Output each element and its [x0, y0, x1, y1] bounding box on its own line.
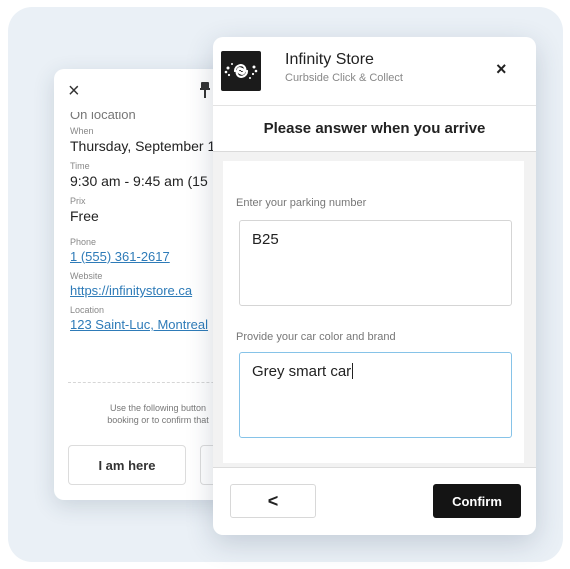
- chevron-left-icon: <: [267, 490, 279, 511]
- close-icon[interactable]: ×: [496, 60, 507, 78]
- close-icon[interactable]: ×: [68, 81, 80, 101]
- modal-header: Infinity Store Curbside Click & Collect …: [213, 37, 536, 105]
- pin-icon[interactable]: [200, 82, 210, 98]
- modal-footer: < Confirm: [213, 469, 536, 535]
- car-description-value: Grey smart car: [252, 363, 352, 380]
- back-button[interactable]: <: [230, 484, 316, 518]
- store-subtitle: Curbside Click & Collect: [285, 72, 403, 84]
- prompt-heading: Please answer when you arrive: [213, 105, 536, 152]
- form-panel: Enter your parking number B25 Provide yo…: [223, 161, 524, 463]
- i-am-here-button[interactable]: I am here: [68, 445, 186, 485]
- parking-number-value: B25: [252, 231, 279, 248]
- car-description-label: Provide your car color and brand: [236, 331, 396, 343]
- confirm-button[interactable]: Confirm: [433, 484, 521, 518]
- form-area: Enter your parking number B25 Provide yo…: [213, 152, 536, 468]
- store-logo-icon: [221, 51, 261, 91]
- text-caret: [352, 363, 354, 379]
- store-name: Infinity Store: [285, 51, 374, 68]
- parking-number-label: Enter your parking number: [236, 197, 367, 209]
- car-description-input[interactable]: Grey smart car: [239, 352, 512, 438]
- curbside-modal: Infinity Store Curbside Click & Collect …: [213, 37, 536, 535]
- parking-number-input[interactable]: B25: [239, 220, 512, 306]
